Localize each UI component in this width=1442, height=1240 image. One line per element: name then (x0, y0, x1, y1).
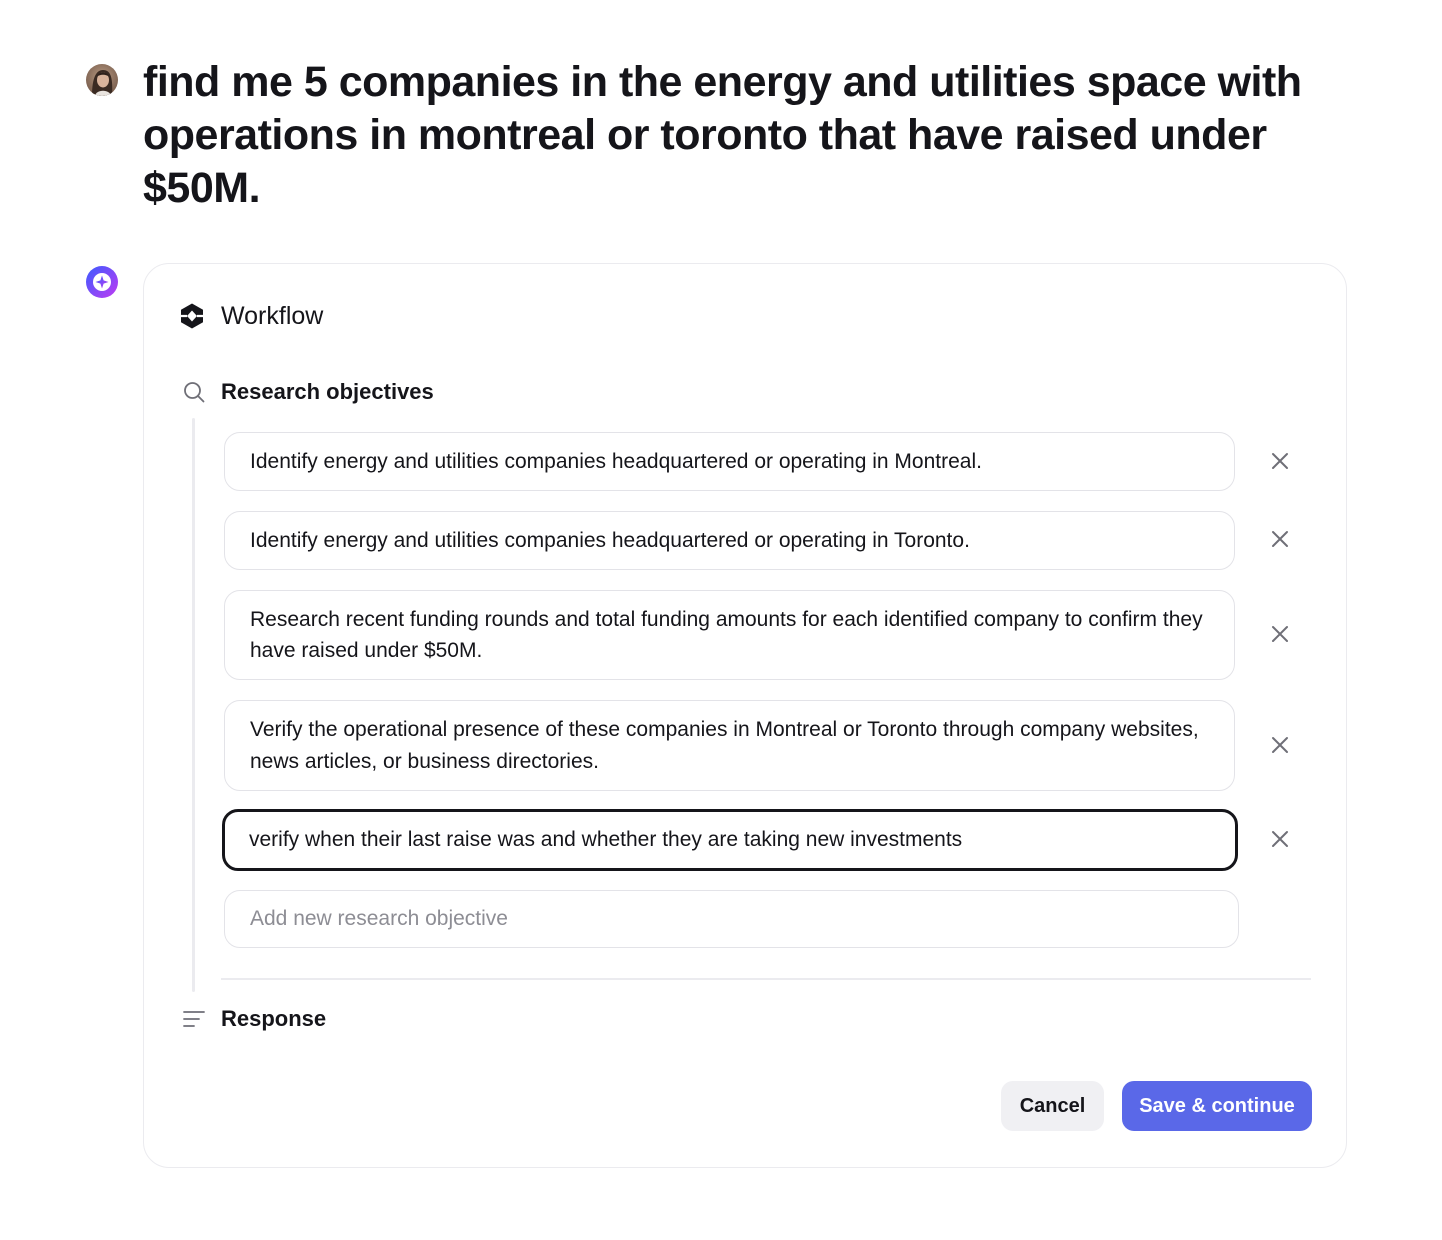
objective-input-2[interactable]: Identify energy and utilities companies … (224, 511, 1235, 570)
save-and-continue-button[interactable]: Save & continue (1122, 1081, 1312, 1131)
user-prompt: find me 5 companies in the energy and ut… (143, 58, 1302, 212)
objective-input-3[interactable]: Research recent funding rounds and total… (224, 590, 1235, 680)
close-icon (1272, 626, 1288, 642)
objective-text: Research recent funding rounds and total… (250, 607, 1203, 663)
close-icon (1272, 531, 1288, 547)
response-header[interactable]: Response (182, 1004, 326, 1034)
timeline-line (192, 418, 195, 992)
close-icon (1272, 737, 1288, 753)
objective-input-5[interactable]: verify when their last raise was and whe… (222, 809, 1238, 871)
objective-text: Identify energy and utilities companies … (250, 528, 970, 552)
close-icon (1272, 453, 1288, 469)
workflow-card: Workflow Research objectives Identify en… (143, 263, 1347, 1168)
workflow-title: Workflow (221, 301, 324, 330)
response-title: Response (221, 1006, 327, 1031)
cancel-button[interactable]: Cancel (1001, 1081, 1104, 1131)
remove-objective-4-button[interactable] (1267, 732, 1293, 758)
research-objectives-title: Research objectives (221, 379, 434, 404)
objective-text: Verify the operational presence of these… (250, 718, 1199, 773)
objective-text: verify when their last raise was and whe… (249, 828, 963, 852)
chat-page: find me 5 companies in the energy and ut… (0, 0, 1442, 1240)
objective-text: Identify energy and utilities companies … (250, 449, 982, 473)
close-icon (1272, 831, 1288, 847)
objective-input-1[interactable]: Identify energy and utilities companies … (224, 432, 1235, 491)
search-icon (182, 380, 206, 404)
assistant-avatar-icon (86, 266, 118, 298)
workflow-logo-icon (178, 302, 206, 330)
workflow-header: Workflow (178, 300, 323, 332)
new-objective-input[interactable]: Add new research objective (224, 890, 1239, 948)
remove-objective-5-button[interactable] (1267, 826, 1293, 852)
user-avatar (86, 64, 118, 96)
new-objective-placeholder: Add new research objective (250, 907, 508, 931)
text-lines-icon (182, 1007, 206, 1031)
research-objectives-header[interactable]: Research objectives (182, 377, 434, 407)
remove-objective-1-button[interactable] (1267, 448, 1293, 474)
section-divider (221, 978, 1311, 980)
remove-objective-2-button[interactable] (1267, 526, 1293, 552)
objective-input-4[interactable]: Verify the operational presence of these… (224, 700, 1235, 791)
remove-objective-3-button[interactable] (1267, 621, 1293, 647)
